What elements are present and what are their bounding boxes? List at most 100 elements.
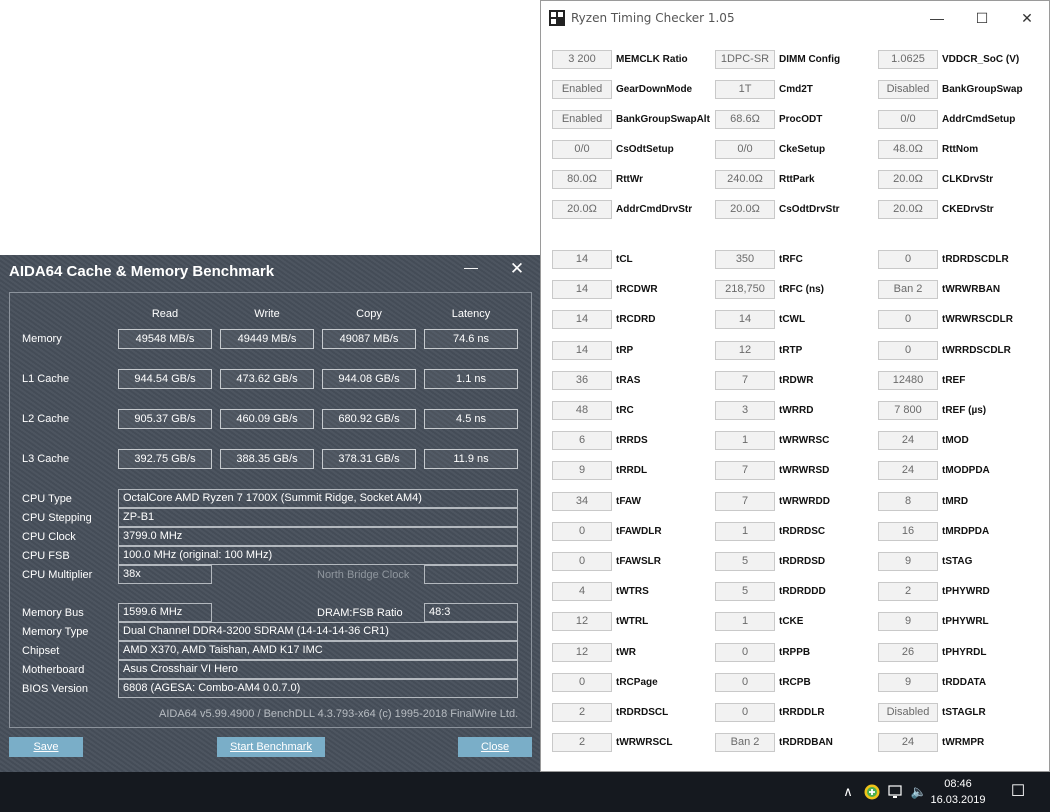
timing-label: BankGroupSwapAlt	[616, 114, 710, 125]
timing-label: CsOdtDrvStr	[779, 204, 840, 215]
start-benchmark-button[interactable]: Start Benchmark	[217, 737, 325, 757]
timing-value: 12480	[878, 370, 938, 390]
timing-label: tMRDPDA	[942, 525, 990, 537]
timing-label: tRDRDSD	[779, 556, 826, 567]
timing-label: AddrCmdDrvStr	[616, 204, 693, 215]
timing-label: MEMCLK Ratio	[616, 54, 688, 65]
timing-value: Disabled	[878, 80, 938, 99]
benchmark-value: 49548 MB/s	[118, 329, 212, 349]
column-header: Write	[254, 308, 280, 320]
benchmark-row-label: Memory	[22, 333, 62, 345]
show-hidden-icons-chevron-icon[interactable]: ∧	[838, 772, 858, 812]
timing-value: 1	[715, 612, 775, 632]
ryzen-timing-checker-window: Ryzen Timing Checker 1.05 — ☐ ✕ 3 200 MEM…	[540, 0, 1050, 772]
benchmark-value: 905.37 GB/s	[118, 409, 212, 429]
save-button[interactable]: Save	[9, 737, 83, 757]
timing-label: tWTRL	[616, 616, 649, 628]
timing-value: 14	[552, 310, 612, 330]
timing-value: 2	[878, 582, 938, 602]
benchmark-row-label: L3 Cache	[22, 453, 70, 465]
timing-value: 0	[552, 552, 612, 571]
network-icon[interactable]	[886, 772, 906, 812]
timing-value: Enabled	[552, 110, 612, 129]
timing-label: RttNom	[942, 144, 979, 155]
timing-label: tRCDWR	[616, 284, 658, 296]
timing-value: 0	[878, 340, 938, 360]
timing-label: tWRWRBAN	[942, 284, 1001, 296]
timing-value: 0	[715, 672, 775, 692]
volume-icon[interactable]: 🔈	[909, 772, 929, 812]
timing-value: 12	[715, 340, 775, 360]
timing-value: 14	[552, 280, 612, 300]
timing-value: 5	[715, 552, 775, 571]
timing-label: tWRWRSC	[779, 435, 830, 447]
timing-label: tWRWRSCL	[616, 737, 673, 749]
timing-label: tRCDRD	[616, 314, 656, 326]
timing-value: 0	[878, 250, 938, 269]
timing-value: 3 200	[552, 50, 612, 69]
timing-value: 1DPC-SR	[715, 50, 775, 69]
notification-center-icon[interactable]: ☐	[1007, 772, 1029, 812]
timing-value: 4	[552, 582, 612, 602]
rtc-maximize-button[interactable]: ☐	[968, 6, 996, 30]
timing-value: 20.0Ω	[878, 170, 938, 189]
bios-version-label: BIOS Version	[22, 683, 89, 695]
benchmark-value: 388.35 GB/s	[220, 449, 314, 469]
timing-value: 9	[878, 612, 938, 632]
timing-label: tRDRDBAN	[779, 737, 833, 749]
timing-value: 0	[715, 703, 775, 722]
rtc-minimize-button[interactable]: —	[923, 6, 951, 30]
chipset-value: AMD X370, AMD Taishan, AMD K17 IMC	[118, 641, 518, 660]
timing-label: tMRD	[942, 495, 969, 507]
security-shield-icon[interactable]	[862, 772, 882, 812]
timing-value: 24	[878, 431, 938, 451]
cpu-multiplier-label: CPU Multiplier	[22, 569, 93, 581]
benchmark-value: 944.08 GB/s	[322, 369, 416, 389]
rtc-window-title: Ryzen Timing Checker 1.05	[571, 11, 735, 25]
timing-value: 0	[552, 521, 612, 541]
timing-value: 8	[878, 491, 938, 511]
timing-value: 12	[552, 612, 612, 632]
timing-value: 68.6Ω	[715, 110, 775, 129]
aida-minimize-button[interactable]: —	[463, 259, 479, 279]
timing-value: Enabled	[552, 80, 612, 99]
clock-date: 16.03.2019	[930, 794, 986, 806]
timing-label: tWRWRSCDLR	[942, 314, 1013, 326]
timing-label: RttPark	[779, 174, 815, 185]
timing-label: tWRWRDD	[779, 495, 830, 507]
timing-value: 24	[878, 461, 938, 481]
system-clock[interactable]: 08:46 16.03.2019	[928, 776, 988, 808]
dram-fsb-value: 48:3	[424, 603, 518, 622]
timing-value: 48.0Ω	[878, 140, 938, 159]
timing-value: 7 800	[878, 401, 938, 420]
timing-label: CLKDrvStr	[942, 174, 994, 185]
cpu-clock-label: CPU Clock	[22, 531, 76, 543]
timing-label: tRFC (ns)	[779, 284, 824, 296]
benchmark-value: 1.1 ns	[424, 369, 518, 389]
column-header: Copy	[356, 308, 382, 320]
timing-label: tRDRDDD	[779, 586, 826, 598]
timing-label: tMOD	[942, 435, 969, 447]
timing-value: 12	[552, 642, 612, 662]
timing-label: tWRRD	[779, 405, 814, 416]
aida-close-icon[interactable]: ✕	[509, 259, 525, 279]
column-header: Read	[151, 308, 179, 320]
timing-label: tCL	[616, 254, 633, 265]
timing-label: tMODPDA	[942, 465, 990, 477]
timing-value: Ban 2	[878, 280, 938, 300]
cpu-stepping-value: ZP-B1	[118, 508, 518, 527]
benchmark-value: 460.09 GB/s	[220, 409, 314, 429]
close-button[interactable]: Close	[458, 737, 532, 757]
cpu-stepping-label: CPU Stepping	[22, 512, 92, 524]
timing-label: tSTAG	[942, 556, 973, 567]
rtc-close-button[interactable]: ✕	[1013, 6, 1041, 30]
timing-value: 14	[715, 310, 775, 330]
timing-value: Ban 2	[715, 733, 775, 753]
rtc-title-bar[interactable]: Ryzen Timing Checker 1.05 — ☐ ✕	[541, 1, 1049, 35]
timing-label: CsOdtSetup	[616, 144, 674, 155]
timing-value: 1	[715, 521, 775, 541]
benchmark-value: 473.62 GB/s	[220, 369, 314, 389]
timing-label: tFAWDLR	[616, 525, 662, 537]
benchmark-value: 392.75 GB/s	[118, 449, 212, 469]
timing-label: tRRDL	[616, 465, 648, 477]
